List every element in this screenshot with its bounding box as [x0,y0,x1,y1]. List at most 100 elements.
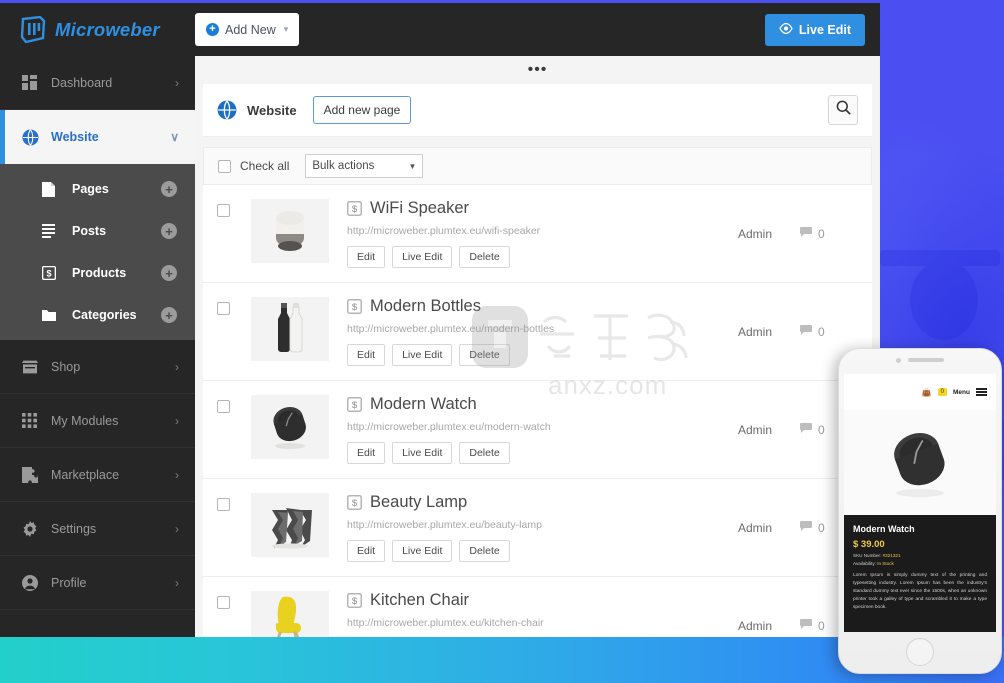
posts-lines-icon [42,224,60,238]
table-row[interactable]: $ Kitchen Chair http://microweber.plumte… [203,577,872,637]
add-product-plus-icon[interactable]: + [161,265,177,281]
row-checkbox[interactable] [217,400,230,413]
row-checkbox[interactable] [217,498,230,511]
edit-button[interactable]: Edit [347,442,385,464]
row-actions: Edit Live Edit Delete [347,246,738,268]
row-title-wrap: $ Beauty Lamp [347,493,738,512]
phone-home-button[interactable] [906,638,934,666]
row-url[interactable]: http://microweber.plumtex.eu/wifi-speake… [347,225,738,237]
chevron-down-icon: ▾ [284,24,289,35]
add-new-page-button[interactable]: Add new page [313,96,412,124]
availability-label: Availability: [853,561,876,566]
sidebar-item-label: Dashboard [51,76,175,90]
sidebar-item-categories[interactable]: Categories + [0,294,195,336]
hamburger-menu-icon[interactable] [976,388,987,395]
brand-logo[interactable]: Microweber [0,3,195,56]
price-tag-icon: $ [347,201,362,216]
phone-product-title: Modern Watch [853,524,987,534]
edit-button[interactable]: Edit [347,246,385,268]
row-comments[interactable]: 0 [800,619,825,633]
sidebar-item-profile[interactable]: Profile › [0,556,195,610]
kitchen-chair-thumb [251,591,329,637]
sidebar: Microweber Dashboard › Website ∨ Pages [0,3,195,637]
sku-label: SKU Number: [853,553,881,558]
eye-icon [779,23,793,37]
row-url[interactable]: http://microweber.plumtex.eu/modern-bott… [347,323,738,335]
svg-text:$: $ [352,302,358,313]
row-comments[interactable]: 0 [800,227,825,241]
row-checkbox[interactable] [217,302,230,315]
phone-menu-label[interactable]: Menu [953,389,970,396]
availability-value: In Stock [877,561,894,566]
delete-button[interactable]: Delete [459,442,509,464]
sidebar-subitem-label: Posts [72,224,161,238]
price-tag-icon: $ [347,397,362,412]
chevron-right-icon: › [175,414,179,428]
sidebar-item-products[interactable]: $ Products + [0,252,195,294]
table-row[interactable]: $ Modern Watch http://microweber.plumtex… [203,381,872,479]
sidebar-item-pages[interactable]: Pages + [0,168,195,210]
row-title[interactable]: Modern Bottles [370,297,481,316]
sidebar-item-marketplace[interactable]: Marketplace › [0,448,195,502]
search-button[interactable] [828,95,858,125]
phone-screen: 👜 0 Menu Modern Watch $ 39.00 [844,374,996,632]
row-url[interactable]: http://microweber.plumtex.eu/modern-watc… [347,421,738,433]
table-row[interactable]: $ Beauty Lamp http://microweber.plumtex.… [203,479,872,577]
delete-button[interactable]: Delete [459,540,509,562]
live-edit-button[interactable]: Live Edit [392,540,452,562]
row-url[interactable]: http://microweber.plumtex.eu/kitchen-cha… [347,617,738,629]
sidebar-item-label: Settings [51,522,175,536]
sidebar-item-label: Marketplace [51,468,175,482]
sidebar-item-shop[interactable]: Shop › [0,340,195,394]
sidebar-item-label: Profile [51,576,175,590]
check-all-label: Check all [240,159,289,173]
search-icon [836,100,851,120]
row-comments[interactable]: 0 [800,521,825,535]
row-url[interactable]: http://microweber.plumtex.eu/beauty-lamp [347,519,738,531]
add-post-plus-icon[interactable]: + [161,223,177,239]
product-list: $ WiFi Speaker http://microweber.plumtex… [203,185,872,637]
row-title-wrap: $ WiFi Speaker [347,199,738,218]
comment-icon [800,619,812,633]
sidebar-subitem-label: Pages [72,182,161,196]
add-category-plus-icon[interactable]: + [161,307,177,323]
edit-button[interactable]: Edit [347,540,385,562]
row-comments[interactable]: 0 [800,325,825,339]
row-checkbox[interactable] [217,596,230,609]
delete-button[interactable]: Delete [459,344,509,366]
row-title[interactable]: WiFi Speaker [370,199,469,218]
add-page-plus-icon[interactable]: + [161,181,177,197]
sidebar-item-dashboard[interactable]: Dashboard › [0,56,195,110]
edit-button[interactable]: Edit [347,344,385,366]
sidebar-item-website[interactable]: Website ∨ [0,110,195,164]
sidebar-item-label: My Modules [51,414,175,428]
row-checkbox[interactable] [217,204,230,217]
panel-drag-handle[interactable]: ••• [195,56,880,84]
cart-badge[interactable]: 0 [938,388,947,396]
row-title[interactable]: Beauty Lamp [370,493,467,512]
row-title-wrap: $ Kitchen Chair [347,591,738,610]
live-edit-button[interactable]: Live Edit [765,14,865,46]
svg-text:$: $ [352,204,358,215]
comment-icon [800,423,812,437]
row-title[interactable]: Modern Watch [370,395,477,414]
chevron-right-icon: › [175,576,179,590]
add-new-button[interactable]: + Add New ▾ [195,13,299,46]
sidebar-item-posts[interactable]: Posts + [0,210,195,252]
delete-button[interactable]: Delete [459,246,509,268]
live-edit-button[interactable]: Live Edit [392,246,452,268]
row-comments[interactable]: 0 [800,423,825,437]
table-row[interactable]: $ Modern Bottles http://microweber.plumt… [203,283,872,381]
gear-icon [22,521,42,537]
check-all-checkbox[interactable] [218,160,231,173]
table-row[interactable]: $ WiFi Speaker http://microweber.plumtex… [203,185,872,283]
row-title[interactable]: Kitchen Chair [370,591,469,610]
sidebar-item-settings[interactable]: Settings › [0,502,195,556]
row-main: $ Modern Bottles http://microweber.plumt… [347,297,738,366]
caret-down-icon: ▼ [408,162,416,171]
sidebar-item-my-modules[interactable]: My Modules › [0,394,195,448]
shopping-bag-icon[interactable]: 👜 [922,388,932,397]
live-edit-button[interactable]: Live Edit [392,344,452,366]
live-edit-button[interactable]: Live Edit [392,442,452,464]
bulk-actions-select[interactable]: Bulk actions ▼ [305,154,423,178]
